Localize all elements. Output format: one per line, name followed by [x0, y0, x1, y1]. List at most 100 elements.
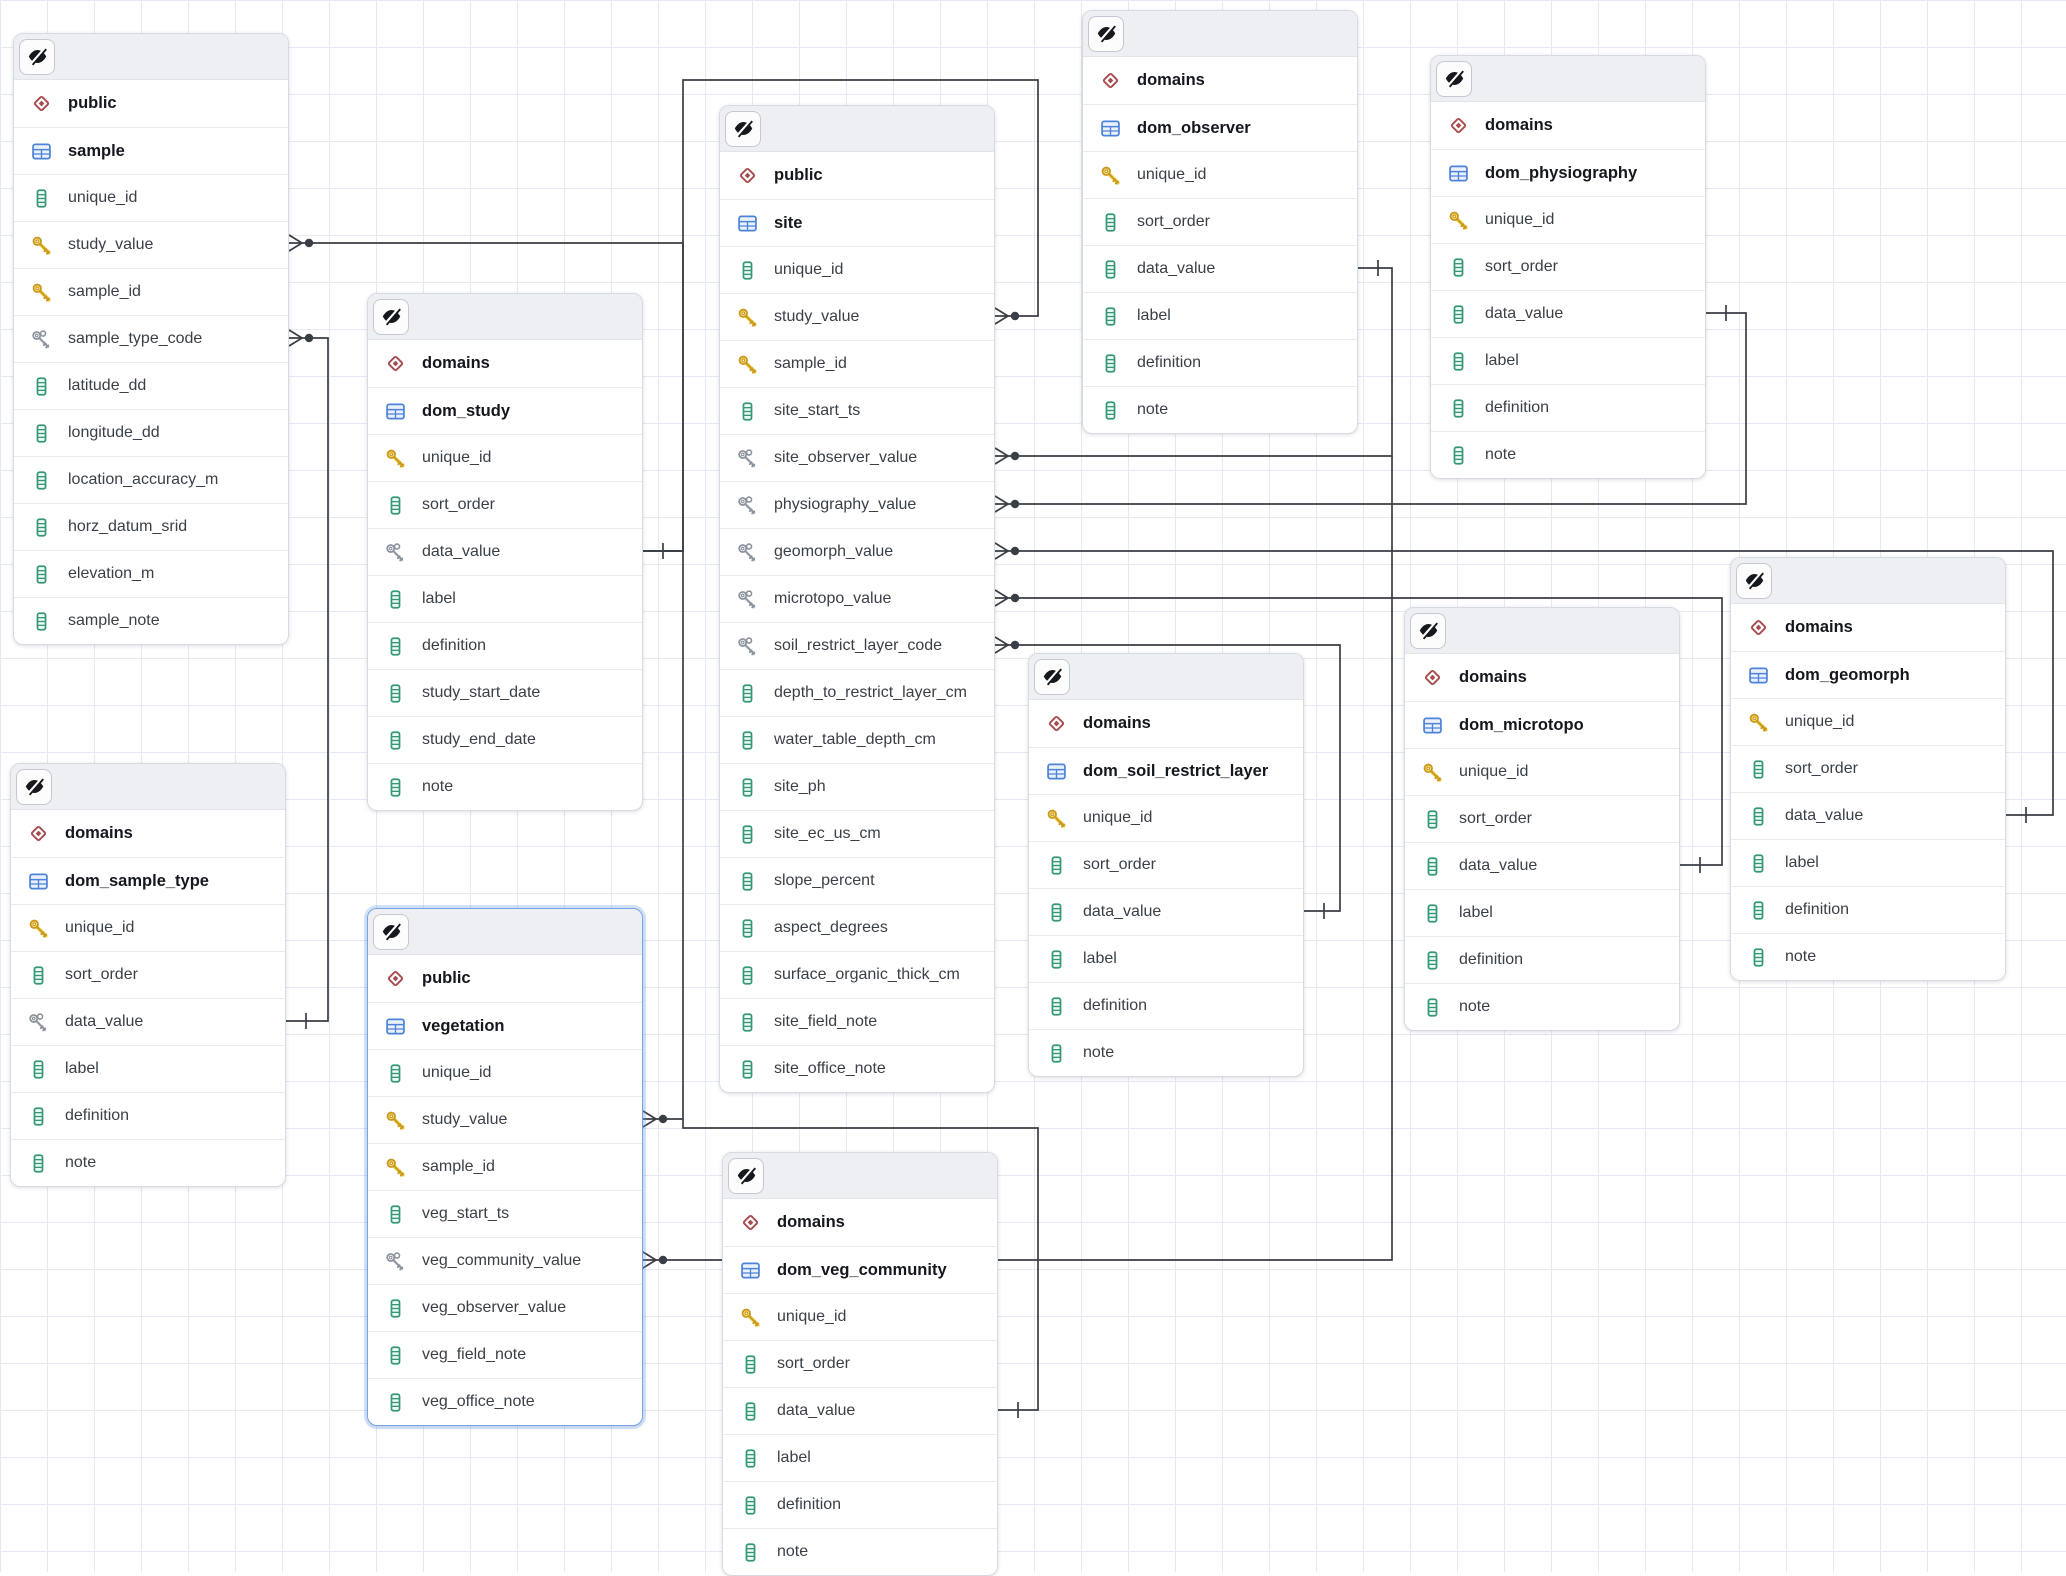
schema-row[interactable]: domains [1083, 57, 1357, 104]
table-name-row[interactable]: dom_soil_restrict_layer [1029, 747, 1303, 794]
field-row[interactable]: study_end_date [368, 716, 642, 763]
table-card-header[interactable] [1431, 56, 1705, 102]
table-card-header[interactable] [14, 34, 288, 80]
schema-row[interactable]: domains [723, 1199, 997, 1246]
table-card-dom_soil_restrict_layer[interactable]: domains dom_soil_restrict_layer unique_i… [1028, 653, 1304, 1077]
toggle-visibility-button[interactable] [1436, 61, 1472, 97]
toggle-visibility-button[interactable] [373, 914, 409, 950]
table-name-row[interactable]: site [720, 199, 994, 246]
field-row[interactable]: note [11, 1139, 285, 1186]
field-row[interactable]: unique_id [14, 174, 288, 221]
table-card-dom_study[interactable]: domains dom_study unique_id sort_order d… [367, 293, 643, 811]
field-row[interactable]: aspect_degrees [720, 904, 994, 951]
field-row[interactable]: sort_order [723, 1340, 997, 1387]
field-row[interactable]: veg_office_note [368, 1378, 642, 1425]
schema-row[interactable]: domains [1431, 102, 1705, 149]
field-row[interactable]: data_value [1083, 245, 1357, 292]
field-row[interactable]: label [1029, 935, 1303, 982]
field-row[interactable]: unique_id [720, 246, 994, 293]
field-row[interactable]: study_value [720, 293, 994, 340]
field-row[interactable]: site_office_note [720, 1045, 994, 1092]
field-row[interactable]: unique_id [368, 1049, 642, 1096]
relationship-line[interactable] [643, 551, 683, 1127]
table-card-header[interactable] [368, 294, 642, 340]
table-card-dom_observer[interactable]: domains dom_observer unique_id sort_orde… [1082, 10, 1358, 434]
toggle-visibility-button[interactable] [725, 111, 761, 147]
field-row[interactable]: note [1029, 1029, 1303, 1076]
field-row[interactable]: definition [368, 622, 642, 669]
toggle-visibility-button[interactable] [1034, 659, 1070, 695]
field-row[interactable]: sort_order [1029, 841, 1303, 888]
field-row[interactable]: site_ec_us_cm [720, 810, 994, 857]
field-row[interactable]: data_value [723, 1387, 997, 1434]
field-row[interactable]: latitude_dd [14, 362, 288, 409]
table-card-header[interactable] [1029, 654, 1303, 700]
field-row[interactable]: site_ph [720, 763, 994, 810]
field-row[interactable]: sort_order [368, 481, 642, 528]
field-row[interactable]: unique_id [1405, 748, 1679, 795]
field-row[interactable]: sample_id [14, 268, 288, 315]
field-row[interactable]: site_observer_value [720, 434, 994, 481]
toggle-visibility-button[interactable] [1410, 613, 1446, 649]
field-row[interactable]: label [1405, 889, 1679, 936]
toggle-visibility-button[interactable] [373, 299, 409, 335]
field-row[interactable]: definition [1431, 384, 1705, 431]
field-row[interactable]: soil_restrict_layer_code [720, 622, 994, 669]
field-row[interactable]: data_value [1029, 888, 1303, 935]
field-row[interactable]: site_start_ts [720, 387, 994, 434]
table-name-row[interactable]: dom_geomorph [1731, 651, 2005, 698]
table-name-row[interactable]: dom_veg_community [723, 1246, 997, 1293]
field-row[interactable]: definition [723, 1481, 997, 1528]
field-row[interactable]: unique_id [1731, 698, 2005, 745]
field-row[interactable]: study_value [368, 1096, 642, 1143]
table-name-row[interactable]: dom_study [368, 387, 642, 434]
table-card-dom_microtopo[interactable]: domains dom_microtopo unique_id sort_ord… [1404, 607, 1680, 1031]
table-card-dom_geomorph[interactable]: domains dom_geomorph unique_id sort_orde… [1730, 557, 2006, 981]
field-row[interactable]: sample_note [14, 597, 288, 644]
field-row[interactable]: note [368, 763, 642, 810]
relationship-line[interactable] [286, 330, 328, 1029]
field-row[interactable]: sort_order [1083, 198, 1357, 245]
field-row[interactable]: physiography_value [720, 481, 994, 528]
field-row[interactable]: veg_observer_value [368, 1284, 642, 1331]
field-row[interactable]: note [723, 1528, 997, 1575]
schema-row[interactable]: public [368, 955, 642, 1002]
table-card-dom_veg_community[interactable]: domains dom_veg_community unique_id sort… [722, 1152, 998, 1576]
field-row[interactable]: data_value [1431, 290, 1705, 337]
field-row[interactable]: study_start_date [368, 669, 642, 716]
toggle-visibility-button[interactable] [1736, 563, 1772, 599]
field-row[interactable]: sort_order [1731, 745, 2005, 792]
field-row[interactable]: note [1083, 386, 1357, 433]
table-card-header[interactable] [1405, 608, 1679, 654]
schema-row[interactable]: domains [11, 810, 285, 857]
schema-row[interactable]: public [14, 80, 288, 127]
field-row[interactable]: site_field_note [720, 998, 994, 1045]
field-row[interactable]: unique_id [1083, 151, 1357, 198]
schema-row[interactable]: public [720, 152, 994, 199]
field-row[interactable]: sort_order [11, 951, 285, 998]
schema-row[interactable]: domains [1029, 700, 1303, 747]
field-row[interactable]: study_value [14, 221, 288, 268]
schema-row[interactable]: domains [368, 340, 642, 387]
field-row[interactable]: slope_percent [720, 857, 994, 904]
field-row[interactable]: note [1405, 983, 1679, 1030]
field-row[interactable]: sample_type_code [14, 315, 288, 362]
field-row[interactable]: elevation_m [14, 550, 288, 597]
toggle-visibility-button[interactable] [728, 1158, 764, 1194]
field-row[interactable]: data_value [368, 528, 642, 575]
schema-row[interactable]: domains [1731, 604, 2005, 651]
table-card-dom_sample_type[interactable]: domains dom_sample_type unique_id sort_o… [10, 763, 286, 1187]
field-row[interactable]: sample_id [720, 340, 994, 387]
toggle-visibility-button[interactable] [19, 39, 55, 75]
field-row[interactable]: data_value [1731, 792, 2005, 839]
field-row[interactable]: definition [1083, 339, 1357, 386]
field-row[interactable]: label [1731, 839, 2005, 886]
table-name-row[interactable]: dom_sample_type [11, 857, 285, 904]
field-row[interactable]: definition [1731, 886, 2005, 933]
field-row[interactable]: sort_order [1431, 243, 1705, 290]
field-row[interactable]: microtopo_value [720, 575, 994, 622]
field-row[interactable]: veg_field_note [368, 1331, 642, 1378]
field-row[interactable]: label [368, 575, 642, 622]
table-card-header[interactable] [1083, 11, 1357, 57]
field-row[interactable]: label [1083, 292, 1357, 339]
